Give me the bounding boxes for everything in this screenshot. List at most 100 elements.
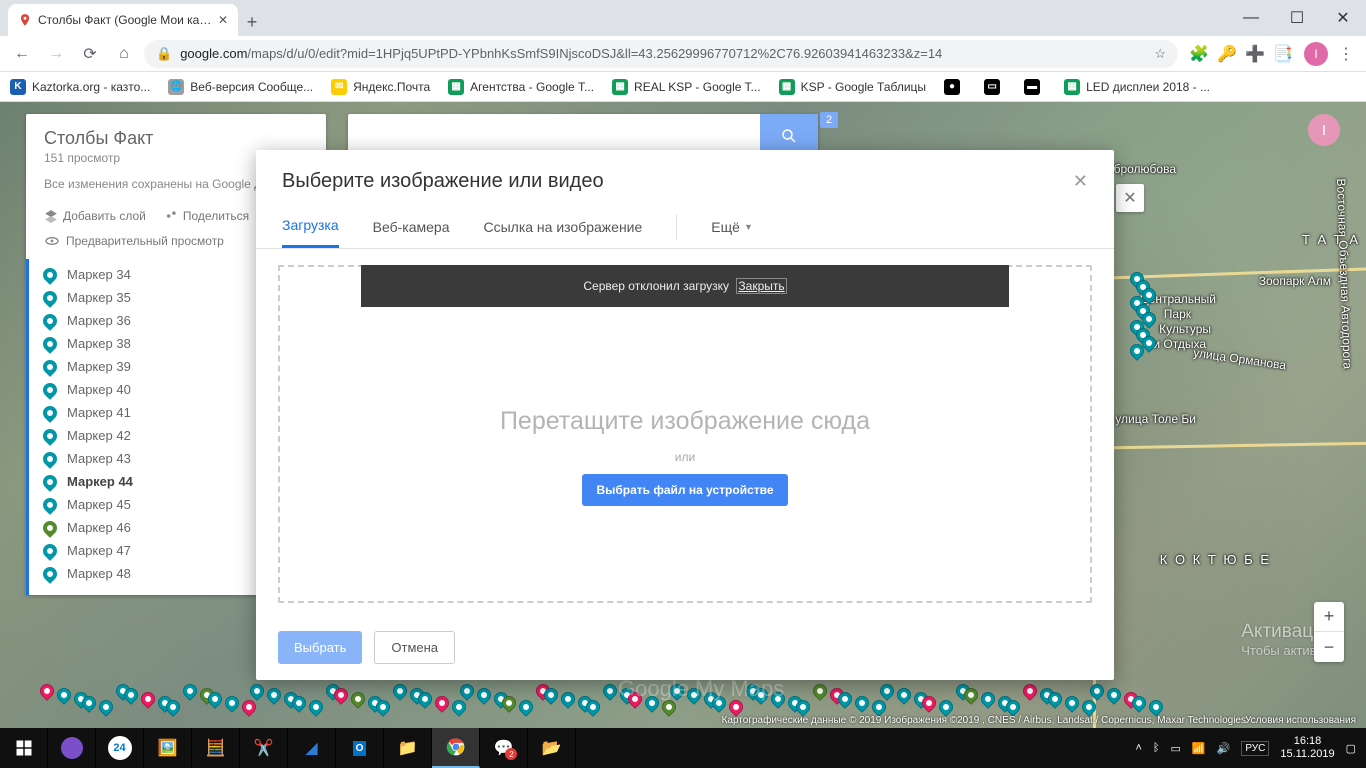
nav-reload-button[interactable]: ⟳	[76, 40, 104, 68]
new-tab-button[interactable]: +	[238, 8, 266, 36]
tray-language[interactable]: РУС	[1241, 741, 1269, 756]
ext-icon-3[interactable]: ➕	[1246, 45, 1264, 63]
dialog-close-button[interactable]: ✕	[1073, 171, 1088, 192]
error-close-link[interactable]: Закрыть	[736, 278, 786, 294]
system-tray: ˄ ᛒ ▭ 📶 🔊 РУС 16:18 15.11.2019 ▢	[1125, 735, 1366, 761]
star-icon[interactable]: ☆	[1154, 46, 1166, 62]
add-layer-button[interactable]: Добавить слой	[44, 209, 146, 223]
taskbar-app-1[interactable]	[48, 728, 96, 768]
taskbar-whatsapp[interactable]: 💬2	[480, 728, 528, 768]
eye-icon	[44, 233, 60, 249]
taskbar-app-6[interactable]: ◢	[288, 728, 336, 768]
marker-pin-icon	[40, 495, 60, 515]
marker-pin-icon	[40, 426, 60, 446]
layers-icon	[44, 209, 58, 223]
windows-taskbar: 24 🖼️ 🧮 ✂️ ◢ O 📁 💬2 📂 ˄ ᛒ ▭ 📶 🔊 РУС 16:1…	[0, 728, 1366, 768]
taskbar-app-3[interactable]: 🖼️	[144, 728, 192, 768]
browser-tab[interactable]: Столбы Факт (Google Мои карты) ✕	[8, 4, 238, 36]
start-button[interactable]	[0, 728, 48, 768]
dialog-title: Выберите изображение или видео	[282, 170, 604, 193]
taskbar-chrome[interactable]	[432, 728, 480, 768]
map-viewport[interactable]: улица Добролюбова Центральный Парк Культ…	[0, 102, 1366, 728]
browser-tabstrip: Столбы Факт (Google Мои карты) ✕ +	[0, 0, 1366, 36]
bookmark-item[interactable]: ✉Яндекс.Почта	[331, 79, 430, 95]
map-label: Культуры	[1159, 322, 1211, 336]
bookmark-item[interactable]: ●	[944, 79, 966, 95]
tab-webcam[interactable]: Веб-камера	[373, 207, 450, 247]
bookmark-item[interactable]: ▦KSP - Google Таблицы	[779, 79, 927, 95]
marker-pin-icon	[40, 380, 60, 400]
map-attribution: Картографические данные © 2019 Изображен…	[722, 715, 1246, 726]
bookmarks-bar: KKaztorka.org - казто... 🌐Веб-версия Сооб…	[0, 72, 1366, 102]
bookmark-item[interactable]: ▦REAL KSP - Google T...	[612, 79, 761, 95]
profile-avatar[interactable]: I	[1304, 42, 1328, 66]
ext-icon-1[interactable]: 🧩	[1190, 45, 1208, 63]
drop-zone[interactable]: Сервер отклонил загрузку Закрыть Перетащ…	[278, 265, 1092, 603]
tray-clock[interactable]: 16:18 15.11.2019	[1280, 735, 1334, 761]
search-result-badge: 2	[820, 112, 838, 128]
search-icon	[780, 127, 798, 145]
nav-back-button[interactable]: ←	[8, 40, 36, 68]
maximize-button[interactable]: ☐	[1274, 0, 1320, 36]
ext-icon-2[interactable]: 🔑	[1218, 45, 1236, 63]
marker-pin-icon	[40, 288, 60, 308]
zoom-out-button[interactable]: −	[1314, 632, 1344, 662]
choose-file-button[interactable]: Выбрать файл на устройстве	[582, 474, 787, 506]
close-info-panel-button[interactable]: ✕	[1116, 184, 1144, 212]
share-icon	[164, 209, 178, 223]
map-terms-link[interactable]: Условия использования	[1245, 715, 1356, 726]
tab-image-link[interactable]: Ссылка на изображение	[483, 207, 642, 247]
url-text: google.com/maps/d/u/0/edit?mid=1HPjq5UPt…	[180, 46, 1146, 61]
map-label: Зоопарк Алм	[1259, 274, 1331, 288]
maps-profile-avatar[interactable]: I	[1308, 114, 1340, 146]
upload-error-bar: Сервер отклонил загрузку Закрыть	[361, 265, 1009, 307]
marker-pin-icon	[40, 265, 60, 285]
marker-pin-icon	[40, 311, 60, 331]
tray-notifications-icon[interactable]: ▢	[1346, 742, 1356, 755]
marker-pin-icon	[40, 472, 60, 492]
tab-more[interactable]: Ещё ▼	[711, 207, 753, 247]
bookmark-item[interactable]: 🌐Веб-версия Сообще...	[168, 79, 313, 95]
cancel-button[interactable]: Отмена	[374, 631, 455, 664]
nav-home-button[interactable]: ⌂	[110, 40, 138, 68]
omnibox[interactable]: 🔒 google.com/maps/d/u/0/edit?mid=1HPjq5U…	[144, 40, 1178, 68]
marker-pin-icon	[40, 518, 60, 538]
bookmark-item[interactable]: ▭	[984, 79, 1006, 95]
bookmark-item[interactable]: ▬	[1024, 79, 1046, 95]
bookmark-item[interactable]: KKaztorka.org - казто...	[10, 79, 150, 95]
zoom-control: + −	[1314, 602, 1344, 662]
marker-pin-icon	[40, 334, 60, 354]
close-window-button[interactable]: ✕	[1320, 0, 1366, 36]
bookmark-item[interactable]: ▦LED дисплеи 2018 - ...	[1064, 79, 1210, 95]
tab-close-icon[interactable]: ✕	[218, 13, 228, 27]
marker-pin-icon	[40, 564, 60, 584]
tray-wifi-icon[interactable]: 📶	[1192, 742, 1206, 755]
map-label: улица Толе Би	[1115, 412, 1196, 426]
tray-battery-icon[interactable]: ▭	[1171, 742, 1181, 755]
tray-chevron-icon[interactable]: ˄	[1135, 742, 1141, 754]
tray-bluetooth-icon[interactable]: ᛒ	[1153, 742, 1160, 754]
taskbar-explorer[interactable]: 📁	[384, 728, 432, 768]
minimize-button[interactable]: ―	[1228, 0, 1274, 36]
image-picker-dialog: Выберите изображение или видео ✕ Загрузк…	[256, 150, 1114, 680]
tab-title: Столбы Факт (Google Мои карты)	[38, 13, 212, 27]
ext-icon-4[interactable]: 📑	[1274, 45, 1292, 63]
caret-down-icon: ▼	[744, 222, 753, 232]
nav-forward-button[interactable]: →	[42, 40, 70, 68]
taskbar-app-5[interactable]: ✂️	[240, 728, 288, 768]
share-button[interactable]: Поделиться	[164, 209, 249, 223]
zoom-in-button[interactable]: +	[1314, 602, 1344, 632]
taskbar-folder[interactable]: 📂	[528, 728, 576, 768]
taskbar-app-4[interactable]: 🧮	[192, 728, 240, 768]
dialog-tabs: Загрузка Веб-камера Ссылка на изображени…	[256, 205, 1114, 249]
browser-menu-button[interactable]: ⋮	[1334, 44, 1358, 64]
tab-upload[interactable]: Загрузка	[282, 205, 339, 248]
taskbar-app-2[interactable]: 24	[96, 728, 144, 768]
taskbar-outlook[interactable]: O	[336, 728, 384, 768]
map-title: Столбы Факт	[44, 128, 308, 149]
bookmark-item[interactable]: ▦Агентства - Google Т...	[448, 79, 594, 95]
marker-pin-icon	[40, 357, 60, 377]
select-button[interactable]: Выбрать	[278, 631, 362, 664]
marker-pin-icon	[40, 449, 60, 469]
tray-volume-icon[interactable]: 🔊	[1217, 742, 1231, 755]
